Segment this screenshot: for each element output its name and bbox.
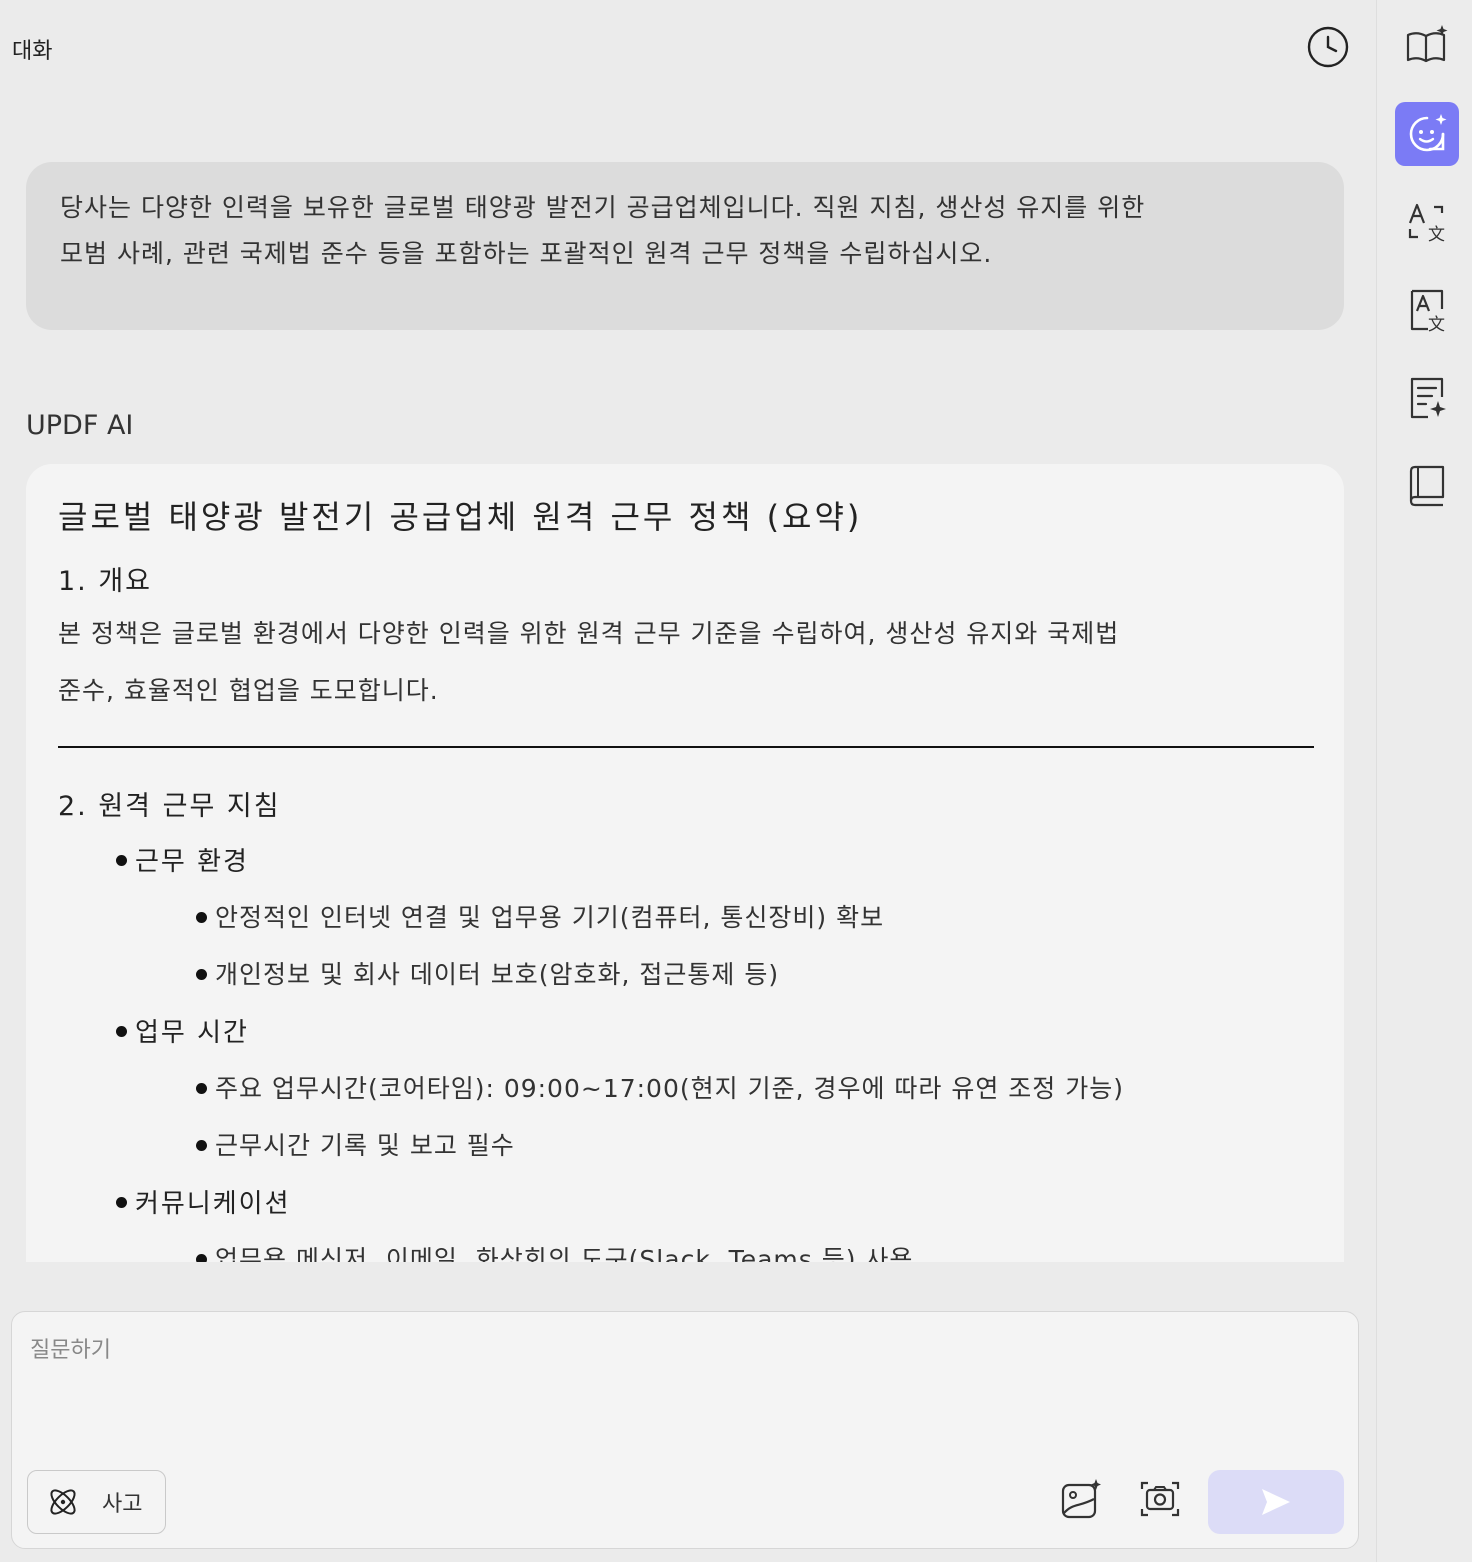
section-heading: 2. 원격 근무 지침: [58, 791, 281, 822]
bullet-item: 근무 환경: [116, 841, 249, 878]
book-sparkle-icon: [1406, 25, 1448, 63]
sub-bullet-text: 업무용 메신저, 이메일, 화상회의 도구(Slack, Teams 등) 사용: [215, 1245, 914, 1262]
divider: [58, 746, 1314, 748]
sub-bullet-text: 개인정보 및 회사 데이터 보호(암호화, 접근통제 등): [215, 960, 780, 989]
sidebar-item-read-assist[interactable]: [1395, 14, 1459, 78]
think-mode-label: 사고: [102, 1492, 143, 1517]
sidebar-item-translate[interactable]: 文: [1395, 190, 1459, 254]
sub-bullet-text: 근무시간 기록 및 보고 필수: [215, 1131, 515, 1160]
translate-icon: 文: [1408, 203, 1445, 245]
user-message-bubble: 당사는 다양한 인력을 보유한 글로벌 태양광 발전기 공급업체입니다. 직원 …: [26, 162, 1344, 330]
sidebar-item-summarize[interactable]: [1395, 366, 1459, 430]
sub-bullet-text: 안정적인 인터넷 연결 및 업무용 기기(컴퓨터, 통신장비) 확보: [215, 903, 885, 932]
book-icon: [1409, 465, 1445, 507]
sub-bullet-item: 업무용 메신저, 이메일, 화상회의 도구(Slack, Teams 등) 사용: [196, 1240, 913, 1262]
sub-bullet-item: 주요 업무시간(코어타임): 09:00~17:00(현지 기준, 경우에 따라…: [196, 1069, 1124, 1105]
atom-icon: [50, 1489, 76, 1515]
image-sparkle-icon[interactable]: [1059, 1477, 1103, 1521]
summarize-icon: [1410, 377, 1446, 419]
sidebar-item-knowledge-base[interactable]: [1395, 454, 1459, 518]
ai-sender-label: UPDF AI: [26, 410, 134, 441]
section-heading: 1. 개요: [58, 566, 153, 597]
paragraph-line: 본 정책은 글로벌 환경에서 다양한 인력을 위한 원격 근무 기준을 수립하여…: [58, 619, 1120, 648]
bullet-item: 업무 시간: [116, 1012, 249, 1049]
history-clock-icon[interactable]: [1306, 25, 1350, 69]
sidebar-item-translate-pdf[interactable]: 文: [1395, 278, 1459, 342]
sub-bullet-item: 개인정보 및 회사 데이터 보호(암호화, 접근통제 등): [196, 955, 779, 991]
ai-response-card: 글로벌 태양광 발전기 공급업체 원격 근무 정책 (요약) 1. 개요 본 정…: [26, 464, 1344, 1262]
section-paragraph: 본 정책은 글로벌 환경에서 다양한 인력을 위한 원격 근무 기준을 수립하여…: [58, 605, 1278, 719]
send-arrow-icon: [1262, 1489, 1290, 1515]
send-button[interactable]: [1208, 1470, 1344, 1534]
sidebar-item-ai-chat[interactable]: [1395, 102, 1459, 166]
sub-bullet-text: 주요 업무시간(코어타임): 09:00~17:00(현지 기준, 경우에 따라…: [215, 1074, 1124, 1103]
tool-sidebar: 文 文: [1376, 0, 1472, 1562]
chat-input-area[interactable]: 질문하기 사고: [11, 1311, 1359, 1549]
svg-text:文: 文: [1428, 315, 1445, 333]
sub-bullet-item: 안정적인 인터넷 연결 및 업무용 기기(컴퓨터, 통신장비) 확보: [196, 898, 884, 934]
bullet-label: 업무 시간: [135, 1018, 249, 1048]
chat-input-placeholder[interactable]: 질문하기: [30, 1332, 111, 1364]
ai-chat-icon: [1409, 114, 1447, 152]
paragraph-line: 준수, 효율적인 협업을 도모합니다.: [58, 676, 439, 705]
chat-panel: 대화 당사는 다양한 인력을 보유한 글로벌 태양광 발전기 공급업체입니다. …: [0, 0, 1376, 1562]
bullet-label: 커뮤니케이션: [135, 1189, 291, 1219]
translate-doc-icon: 文: [1410, 289, 1445, 333]
bullet-label: 근무 환경: [135, 847, 249, 877]
panel-title: 대화: [12, 39, 53, 64]
sub-bullet-item: 근무시간 기록 및 보고 필수: [196, 1126, 515, 1162]
think-mode-button[interactable]: 사고: [27, 1470, 166, 1534]
response-title: 글로벌 태양광 발전기 공급업체 원격 근무 정책 (요약): [58, 498, 863, 536]
svg-text:文: 文: [1428, 225, 1445, 245]
screenshot-camera-icon[interactable]: [1138, 1477, 1182, 1521]
bullet-item: 커뮤니케이션: [116, 1183, 291, 1220]
